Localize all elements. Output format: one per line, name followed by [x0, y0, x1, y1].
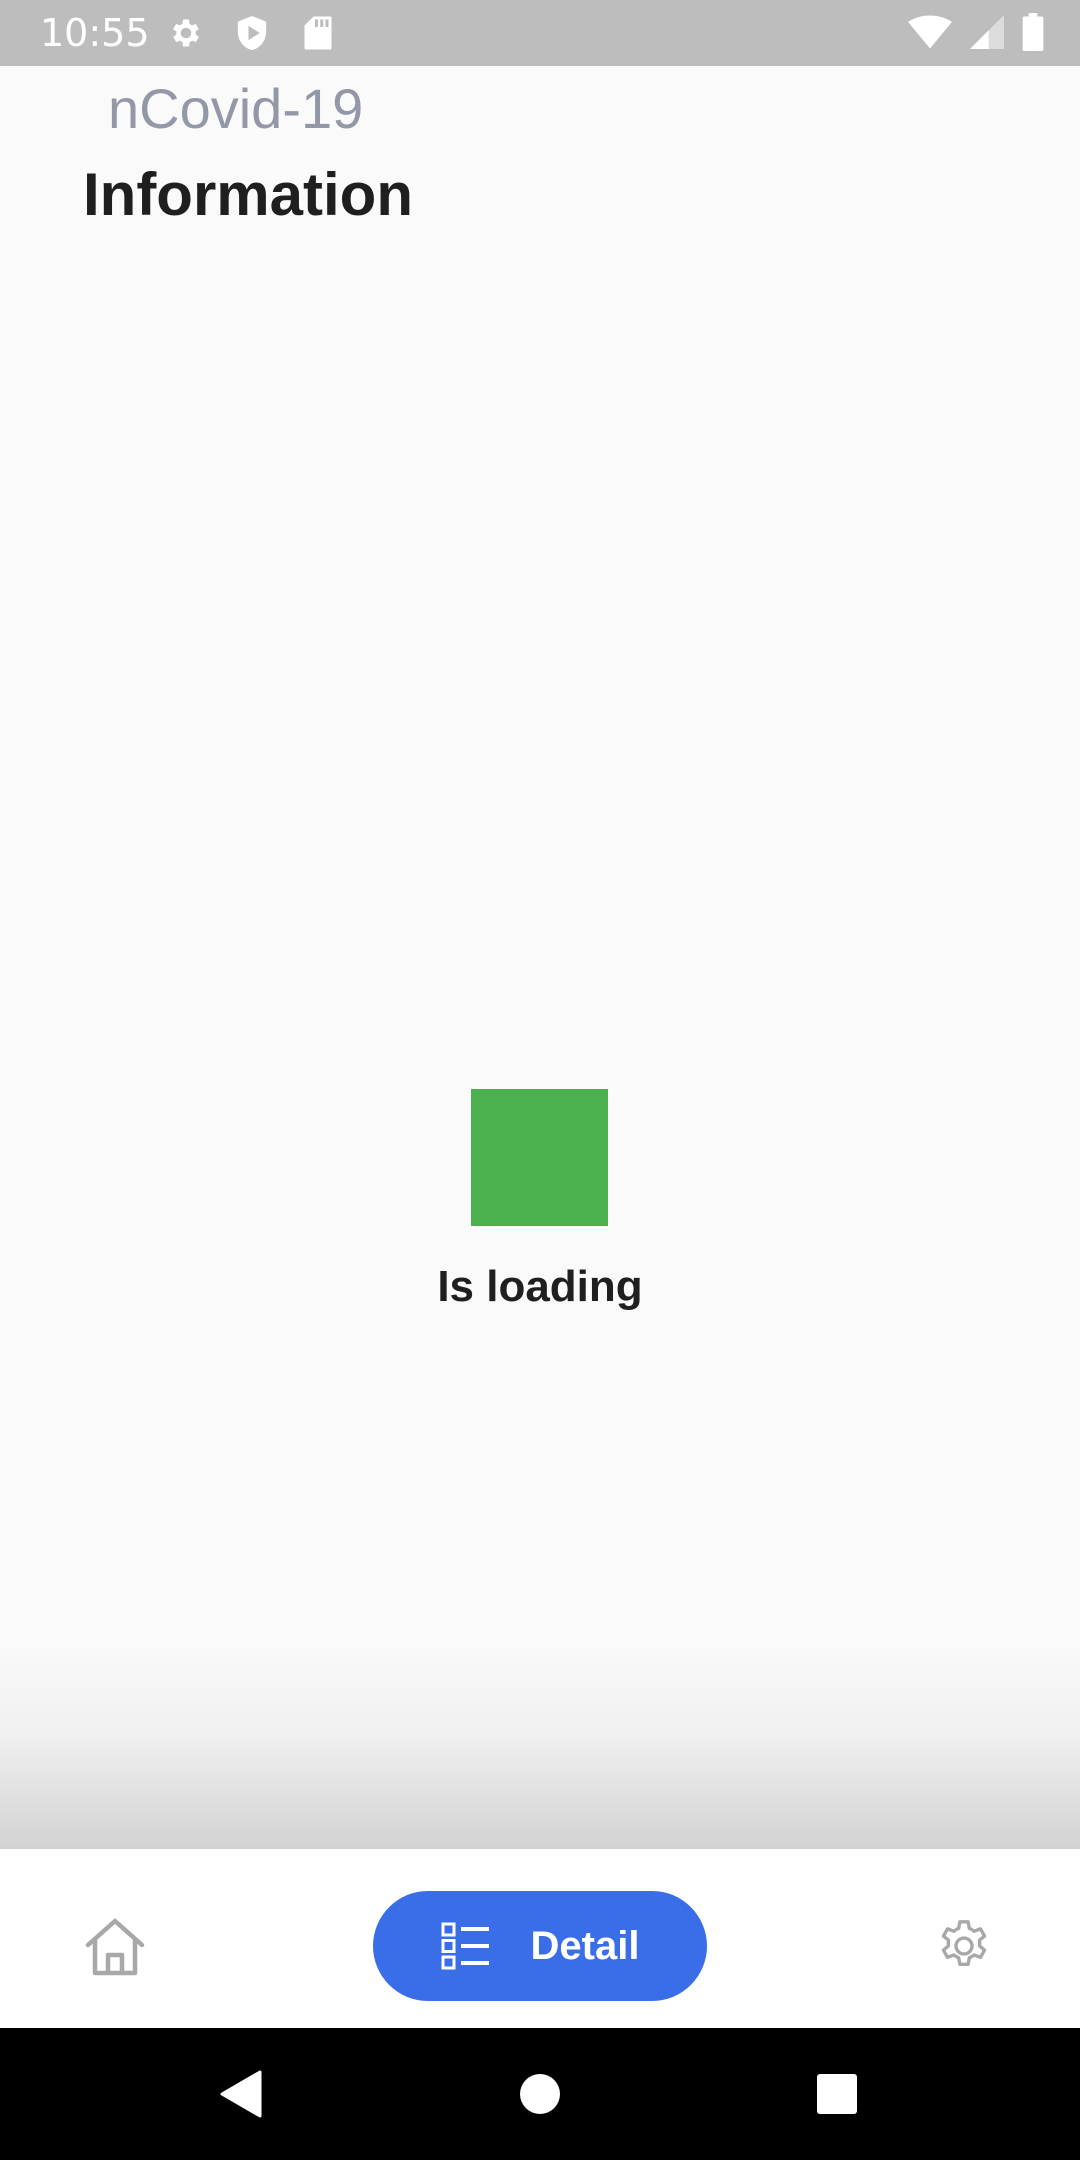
home-icon	[85, 1918, 145, 1976]
wifi-icon	[908, 12, 952, 52]
sd-card-icon	[298, 13, 338, 53]
home-circle-icon	[520, 2074, 560, 2114]
nav-home-button[interactable]	[84, 1917, 146, 1977]
bottom-nav: Detail	[0, 1849, 1080, 2028]
loading-text: Is loading	[437, 1262, 643, 1311]
status-time: 10:55	[40, 11, 150, 55]
recents-icon	[817, 2074, 857, 2114]
nav-settings-button[interactable]	[935, 1917, 993, 1975]
shield-play-icon	[232, 13, 272, 53]
app-subtitle: nCovid-19	[108, 77, 364, 140]
system-recents-button[interactable]	[797, 2028, 877, 2160]
system-home-button[interactable]	[500, 2028, 580, 2160]
gear-icon	[941, 1920, 987, 1967]
status-left-icons	[166, 13, 338, 53]
bottom-nav-shadow	[0, 1640, 1080, 1850]
system-nav-bar	[0, 2028, 1080, 2160]
loading-indicator	[471, 1089, 608, 1226]
nav-detail-button[interactable]: Detail	[373, 1891, 707, 2001]
nav-detail-label: Detail	[530, 1923, 640, 1968]
settings-icon	[166, 13, 206, 53]
back-icon	[220, 2070, 262, 2118]
list-icon	[441, 1922, 489, 1970]
battery-icon	[1022, 12, 1044, 52]
page-title: Information	[83, 161, 413, 228]
cell-signal-icon	[970, 12, 1004, 52]
system-back-button[interactable]	[200, 2028, 280, 2160]
status-right-icons	[908, 12, 1044, 52]
status-bar: 10:55	[0, 0, 1080, 66]
